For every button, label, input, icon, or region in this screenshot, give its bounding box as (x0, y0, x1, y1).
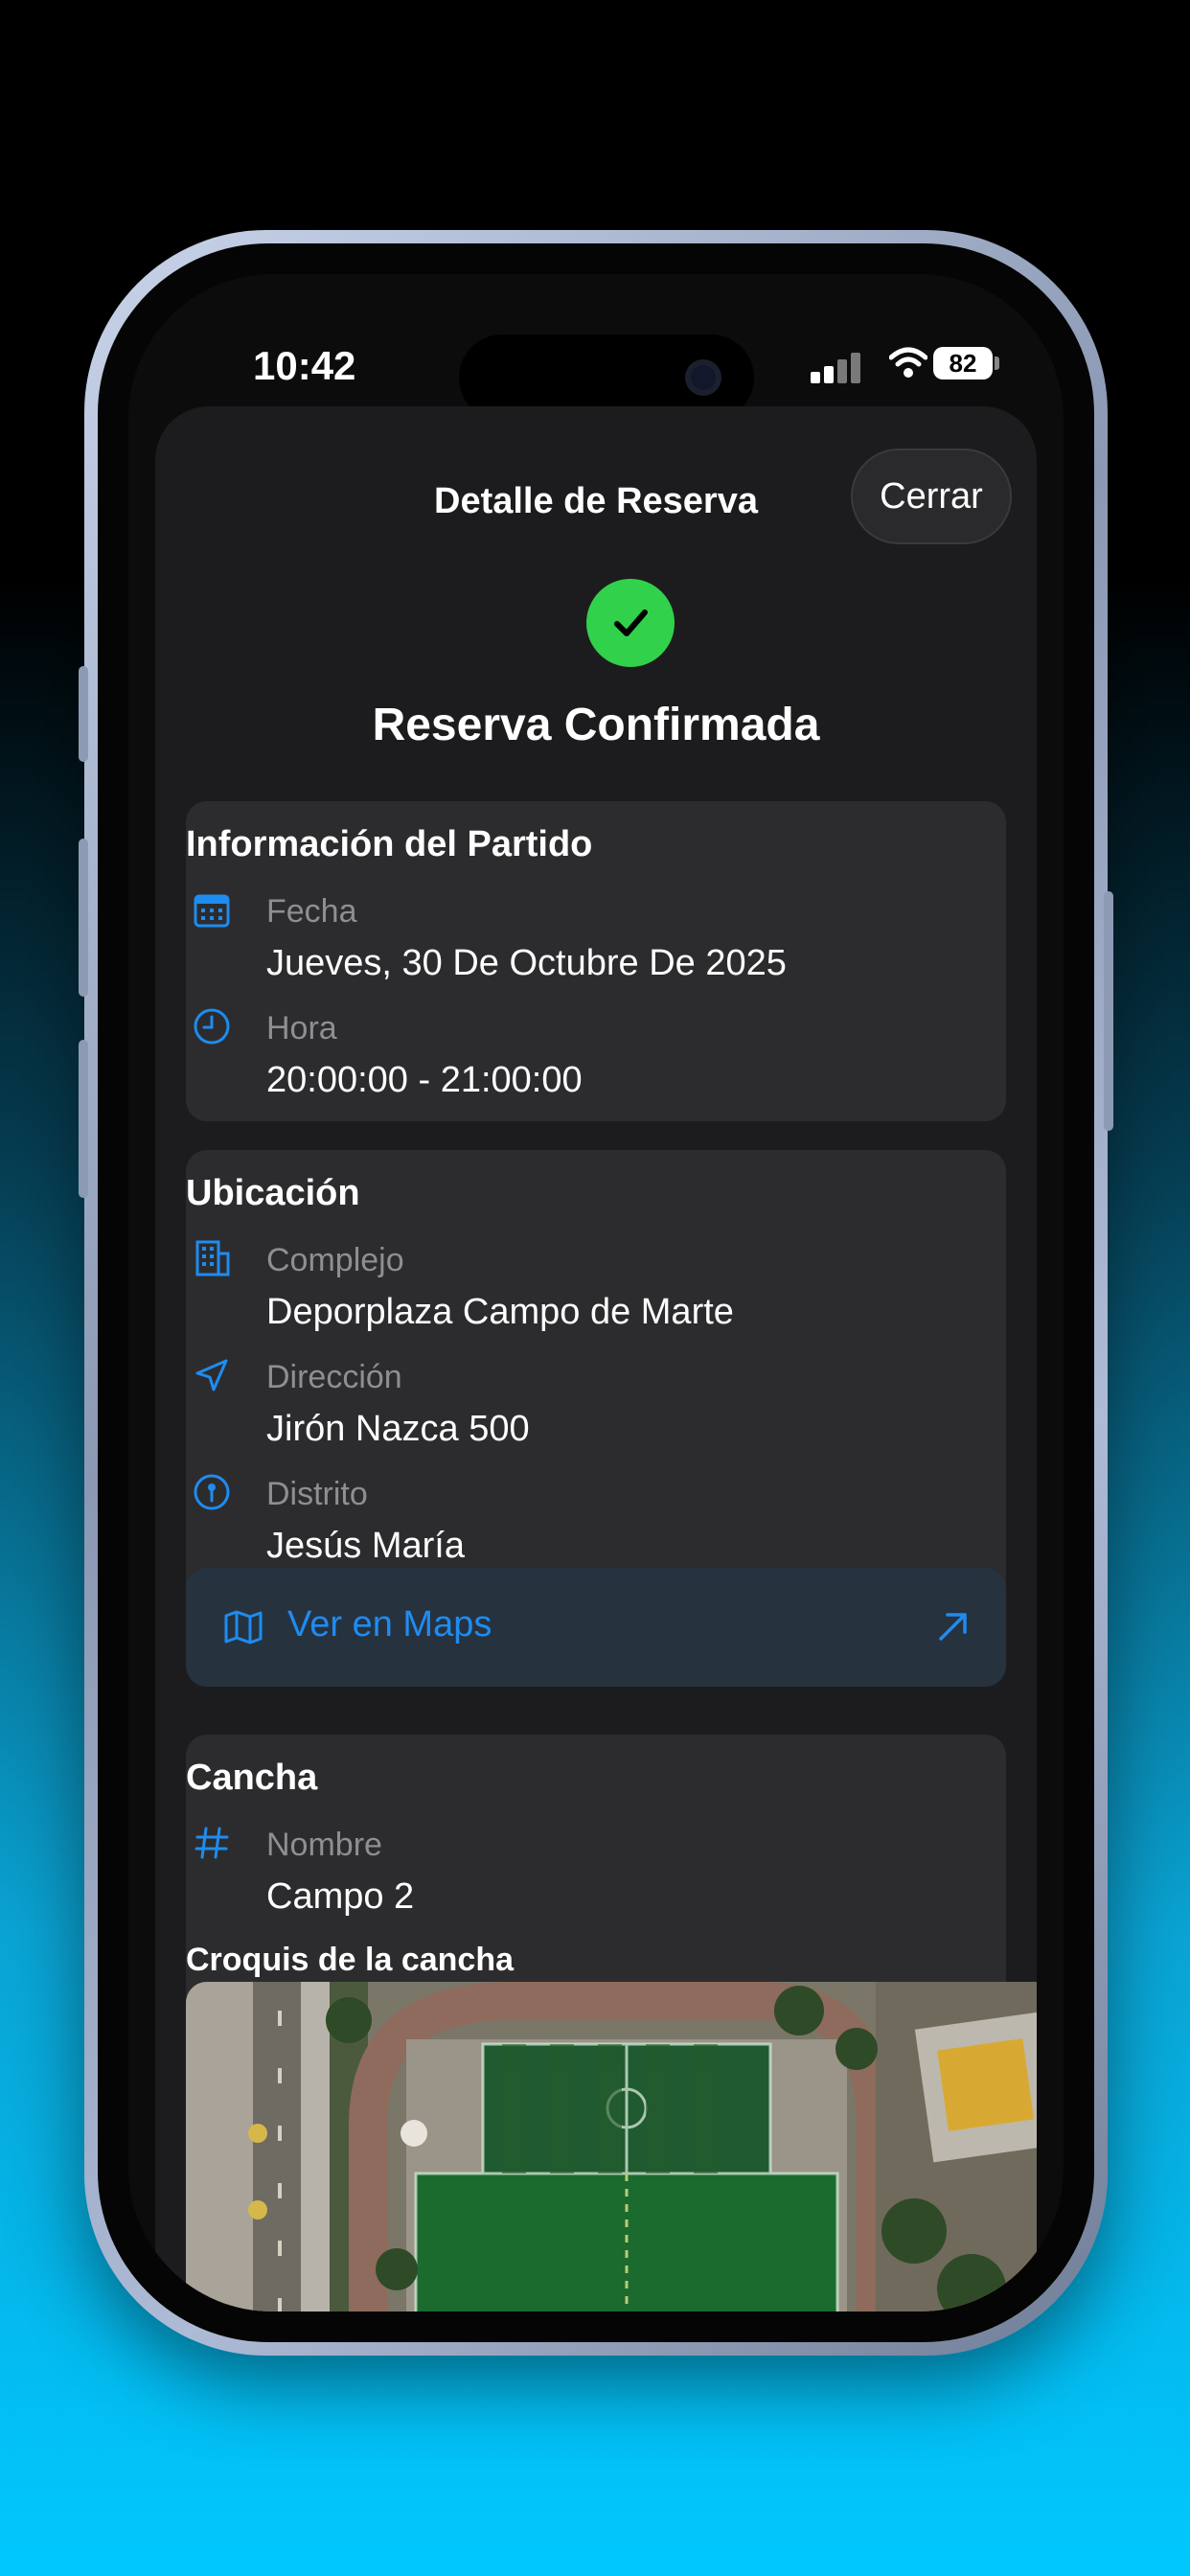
clock-icon (194, 1008, 230, 1045)
district-value: Jesús María (266, 1526, 465, 1566)
phone-bezel: 10:42 82 Detalle de Reserva Cerrar Reser… (98, 243, 1094, 2342)
screen: 10:42 82 Detalle de Reserva Cerrar Reser… (128, 274, 1064, 2312)
confirmed-check-icon (586, 579, 675, 667)
volume-up-button (79, 839, 88, 997)
front-camera (685, 359, 721, 396)
building-icon (195, 1240, 230, 1276)
address-label: Dirección (266, 1359, 402, 1395)
action-button (79, 666, 88, 762)
complex-label: Complejo (266, 1242, 404, 1278)
confirmation-heading: Reserva Confirmada (372, 700, 820, 750)
close-button[interactable]: Cerrar (851, 448, 1012, 544)
view-in-maps-button[interactable]: Ver en Maps (186, 1568, 1006, 1687)
navigation-arrow-icon (195, 1359, 228, 1392)
address-value: Jirón Nazca 500 (266, 1409, 530, 1449)
hashtag-icon (195, 1827, 229, 1859)
power-button (1104, 891, 1113, 1131)
match-info-title: Información del Partido (186, 824, 593, 864)
sketch-number-3: 3 (487, 2289, 584, 2312)
sketch-number-4: 4 (702, 2289, 800, 2312)
court-title: Cancha (186, 1758, 318, 1798)
wifi-icon (889, 347, 927, 378)
court-name-label: Nombre (266, 1827, 382, 1863)
phone-frame: 10:42 82 Detalle de Reserva Cerrar Reser… (79, 230, 1113, 2356)
location-card: Ubicación Complejo Deporplaza Campo de M… (186, 1150, 1006, 1687)
date-label: Fecha (266, 893, 357, 930)
calendar-icon (194, 894, 230, 928)
complex-value: Deporplaza Campo de Marte (266, 1292, 734, 1332)
time-label: Hora (266, 1010, 337, 1046)
court-card: Cancha Nombre Campo 2 Croquis de la canc… (186, 1735, 1037, 2312)
external-link-arrow-icon (939, 1613, 967, 1641)
view-in-maps-label: Ver en Maps (287, 1604, 492, 1644)
battery-indicator: 82 (933, 347, 993, 380)
status-time: 10:42 (253, 343, 356, 388)
map-pin-icon (194, 1474, 230, 1510)
district-label: Distrito (266, 1476, 368, 1512)
date-value: Jueves, 30 De Octubre De 2025 (266, 943, 787, 983)
court-sketch-label: Croquis de la cancha (186, 1942, 514, 1978)
time-value: 20:00:00 - 21:00:00 (266, 1060, 583, 1100)
volume-down-button (79, 1040, 88, 1198)
battery-tip (995, 356, 999, 370)
court-aerial-map: 3 4 (186, 1982, 1037, 2312)
status-bar: 10:42 82 (128, 274, 1064, 421)
cellular-signal-icon (811, 351, 868, 383)
court-sketch-image: 3 4 (186, 1982, 1037, 2312)
map-icon (224, 1610, 263, 1644)
court-name-value: Campo 2 (266, 1876, 415, 1917)
match-info-card: Información del Partido Fecha Jueves, 30… (186, 801, 1006, 1121)
booking-detail-sheet: Detalle de Reserva Cerrar Reserva Confir… (155, 406, 1037, 2312)
location-title: Ubicación (186, 1173, 360, 1213)
